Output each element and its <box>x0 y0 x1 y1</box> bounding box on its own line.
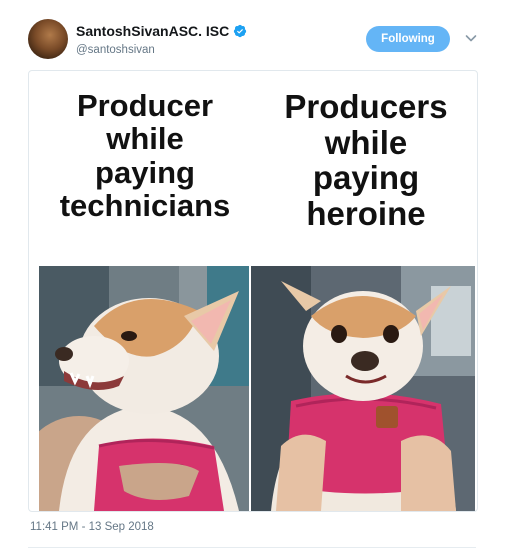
happy-dog-photo <box>251 266 475 511</box>
author-handle[interactable]: @santoshsivan <box>76 44 247 56</box>
meme-caption-right: Producers while paying heroine <box>284 88 448 232</box>
tweet-timestamp[interactable]: 11:41 PM - 13 Sep 2018 <box>30 521 154 533</box>
following-button[interactable]: Following <box>366 26 450 52</box>
display-name-row: SantoshSivanASC. ISC <box>76 22 247 40</box>
display-name[interactable]: SantoshSivanASC. ISC <box>76 23 229 39</box>
verified-badge-icon <box>233 24 247 38</box>
meme-caption-left: Producer while paying technicians <box>59 88 231 224</box>
angry-dog-photo <box>39 266 249 511</box>
tweet-card: SantoshSivanASC. ISC @santoshsivan Follo… <box>0 0 506 550</box>
chevron-down-icon[interactable] <box>464 31 478 45</box>
avatar[interactable] <box>28 19 68 59</box>
divider <box>28 547 476 548</box>
tweet-media[interactable]: Producer while paying technicians Produc… <box>28 70 478 512</box>
author-info: SantoshSivanASC. ISC @santoshsivan <box>76 22 247 56</box>
tweet-header: SantoshSivanASC. ISC @santoshsivan Follo… <box>28 19 484 61</box>
